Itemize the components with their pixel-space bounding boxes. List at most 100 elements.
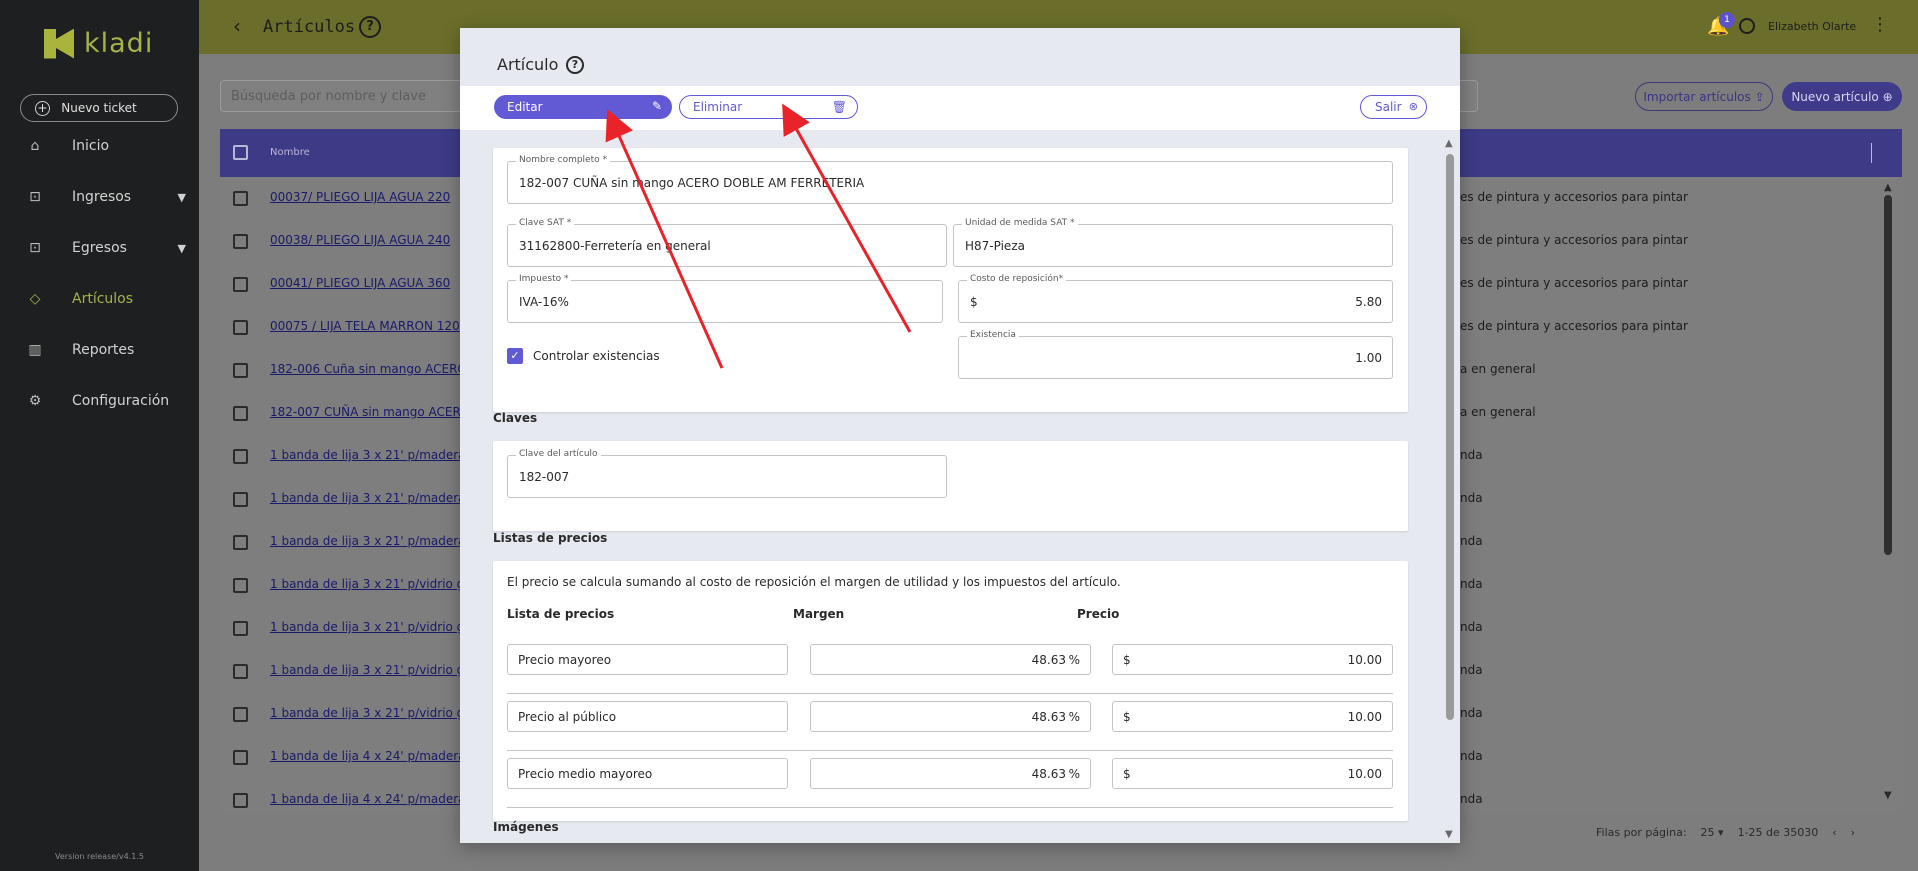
next-page-icon[interactable]: ›	[1851, 826, 1855, 839]
article-key-field[interactable]: Clave del artículo 182-007	[507, 449, 947, 498]
article-link[interactable]: 1 banda de lija 3 x 21' p/vidrio grano	[270, 706, 492, 720]
new-article-button[interactable]: Nuevo artículo ⊕	[1782, 82, 1902, 111]
row-checkbox[interactable]	[233, 793, 248, 808]
delete-label: Eliminar	[693, 100, 743, 114]
brand-logo[interactable]: kladi	[44, 28, 153, 59]
row-checkbox[interactable]	[233, 191, 248, 206]
row-checkbox[interactable]	[233, 664, 248, 679]
row-checkbox[interactable]	[233, 492, 248, 507]
price-list-name-field[interactable]: Precio medio mayoreo	[507, 758, 788, 789]
article-link[interactable]: 1 banda de lija 3 x 21' p/vidrio grano	[270, 620, 492, 634]
currency-prefix: $	[1123, 767, 1131, 781]
row-checkbox[interactable]	[233, 578, 248, 593]
sidebar-item-inicio[interactable]: ⌂ Inicio	[26, 134, 186, 158]
article-link[interactable]: 182-007 CUÑA sin mango ACERO D	[270, 405, 483, 419]
article-category: es de pintura y accesorios para pintar	[1460, 276, 1688, 290]
user-name[interactable]: Elizabeth Olarte	[1768, 20, 1856, 33]
article-link[interactable]: 00041/ PLIEGO LIJA AGUA 360	[270, 276, 450, 290]
modal-scrollbar[interactable]: ▲ ▼	[1445, 138, 1455, 840]
sidebar-item-configuracion[interactable]: ⚙ Configuración	[26, 389, 186, 413]
article-link[interactable]: 182-006 Cuña sin mango ACERO m	[270, 362, 482, 376]
rows-per-page-select[interactable]: 25 ▾	[1701, 826, 1724, 839]
user-icon[interactable]	[1739, 18, 1755, 34]
help-icon[interactable]: ?	[566, 56, 584, 74]
field-label: Clave del artículo	[516, 449, 601, 459]
edit-button[interactable]: Editar ✎	[494, 95, 672, 119]
margin-value: 48.63	[1031, 653, 1066, 667]
sidebar-item-ingresos[interactable]: ⊡ Ingresos ▼	[26, 185, 186, 209]
prev-page-icon[interactable]: ‹	[1832, 826, 1836, 839]
sidebar-item-articulos[interactable]: ◇ Artículos	[26, 287, 186, 311]
replacement-cost-field[interactable]: Costo de reposición* $ 5.80	[958, 274, 1393, 323]
row-checkbox[interactable]	[233, 750, 248, 765]
margin-field[interactable]: 48.63%	[810, 644, 1091, 675]
row-checkbox[interactable]	[233, 535, 248, 550]
control-stock-checkbox[interactable]: ✓ Controlar existencias	[507, 348, 660, 364]
exit-button[interactable]: Salir ⊗	[1360, 95, 1427, 119]
row-checkbox[interactable]	[233, 363, 248, 378]
general-card: Nombre completo * 182-007 CUÑA sin mango…	[493, 148, 1408, 412]
page-range: 1-25 de 35030	[1737, 826, 1819, 839]
scroll-down-arrow[interactable]: ▼	[1445, 829, 1453, 840]
new-ticket-button[interactable]: + Nuevo ticket	[20, 94, 178, 122]
row-checkbox[interactable]	[233, 621, 248, 636]
article-link[interactable]: 1 banda de lija 4 x 24' p/madera gra	[270, 749, 489, 763]
price-field[interactable]: $10.00	[1112, 644, 1393, 675]
scroll-up-arrow[interactable]: ▲	[1445, 138, 1453, 149]
field-label: Nombre completo *	[516, 155, 610, 165]
scroll-thumb[interactable]	[1446, 154, 1454, 720]
row-checkbox[interactable]	[233, 320, 248, 335]
sidebar-item-label: Ingresos	[72, 189, 132, 205]
percent-suffix: %	[1068, 710, 1080, 724]
price-list-row: Precio al público 48.63% $10.00	[507, 694, 1393, 751]
close-circle-icon: ⊗	[1408, 100, 1418, 113]
table-scroll-up-arrow[interactable]: ▲	[1884, 182, 1892, 193]
table-scroll-down-arrow[interactable]: ▼	[1884, 790, 1892, 801]
delete-button[interactable]: Eliminar 🗑	[679, 95, 858, 119]
price-field[interactable]: $10.00	[1112, 701, 1393, 732]
article-link[interactable]: 1 banda de lija 4 x 24' p/madera gra	[270, 792, 489, 806]
expense-icon: ⊡	[29, 240, 41, 256]
row-checkbox[interactable]	[233, 707, 248, 722]
stock-field[interactable]: Existencia 1.00	[958, 330, 1393, 379]
back-arrow-icon[interactable]: ‹	[233, 14, 241, 38]
notification-badge: 1	[1719, 12, 1735, 28]
article-link[interactable]: 00075 / LIJA TELA MARRON 120	[270, 319, 460, 333]
row-checkbox[interactable]	[233, 406, 248, 421]
images-section-title: Imágenes	[493, 820, 559, 834]
more-options-icon[interactable]: ⋮	[1871, 14, 1889, 35]
article-link[interactable]: 00038/ PLIEGO LIJA AGUA 240	[270, 233, 450, 247]
import-articles-button[interactable]: Importar artículos ⇪	[1635, 82, 1773, 111]
row-checkbox[interactable]	[233, 277, 248, 292]
help-icon[interactable]: ?	[359, 16, 381, 38]
select-all-checkbox[interactable]	[233, 145, 248, 160]
full-name-field[interactable]: Nombre completo * 182-007 CUÑA sin mango…	[507, 155, 1393, 204]
margin-field[interactable]: 48.63%	[810, 758, 1091, 789]
price-list-name-field[interactable]: Precio mayoreo	[507, 644, 788, 675]
income-icon: ⊡	[29, 189, 41, 205]
field-label: Unidad de medida SAT *	[962, 218, 1078, 228]
price-list-name-field[interactable]: Precio al público	[507, 701, 788, 732]
article-category: a en general	[1460, 405, 1536, 419]
sat-unit-field[interactable]: Unidad de medida SAT * H87-Pieza	[953, 218, 1393, 267]
sidebar-item-reportes[interactable]: ▥ Reportes	[26, 338, 186, 362]
sidebar-item-egresos[interactable]: ⊡ Egresos ▼	[26, 236, 186, 260]
margin-field[interactable]: 48.63%	[810, 701, 1091, 732]
row-checkbox[interactable]	[233, 449, 248, 464]
tax-field[interactable]: Impuesto * IVA-16%	[507, 274, 943, 323]
article-link[interactable]: 1 banda de lija 3 x 21' p/vidrio grano	[270, 663, 492, 677]
table-scrollbar[interactable]	[1884, 195, 1892, 555]
row-checkbox[interactable]	[233, 234, 248, 249]
price-field[interactable]: $10.00	[1112, 758, 1393, 789]
sidebar-item-label: Egresos	[72, 240, 127, 256]
price-list-name: Precio mayoreo	[518, 653, 612, 667]
article-link[interactable]: 1 banda de lija 3 x 21' p/vidrio grano	[270, 577, 492, 591]
page-title: Artículos	[263, 17, 356, 37]
column-header-name[interactable]: Nombre	[270, 147, 310, 158]
article-link[interactable]: 00037/ PLIEGO LIJA AGUA 220	[270, 190, 450, 204]
margin-value: 48.63	[1031, 710, 1066, 724]
percent-suffix: %	[1068, 653, 1080, 667]
article-modal: Artículo ? Editar ✎ Eliminar 🗑 Salir ⊗ ▲…	[460, 28, 1460, 843]
sat-key-field[interactable]: Clave SAT * 31162800-Ferretería en gener…	[507, 218, 947, 267]
pagination: Filas por página: 25 ▾ 1-25 de 35030 ‹ ›	[1596, 826, 1855, 839]
